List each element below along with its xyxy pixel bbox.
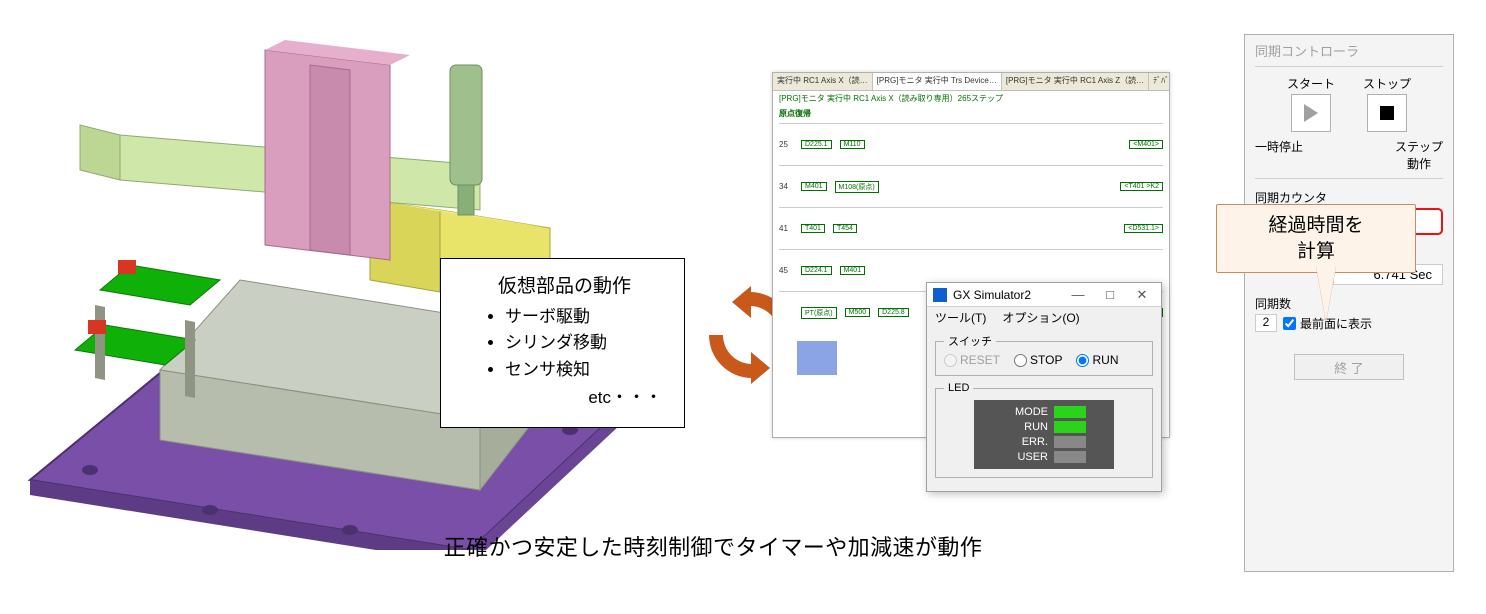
syncnum-label: 同期数 xyxy=(1255,295,1443,312)
gxsim-menubar: ツール(T) オプション(O) xyxy=(927,307,1161,327)
gx-simulator-window: GX Simulator2 — □ ✕ ツール(T) オプション(O) スイッチ… xyxy=(926,282,1162,492)
start-button[interactable] xyxy=(1291,94,1331,132)
switch-legend: スイッチ xyxy=(944,333,996,349)
led-legend: LED xyxy=(944,382,973,394)
virtual-parts-box: 仮想部品の動作 サーボ駆動 シリンダ移動 センサ検知 etc・・・ xyxy=(440,258,685,428)
stop-button[interactable] xyxy=(1367,94,1407,132)
switch-group: スイッチ RESET STOP RUN xyxy=(935,333,1153,376)
sync-controller-panel: 同期コントローラ スタート ストップ 一時停止 ステップ 動作 同期カウンタ 1… xyxy=(1244,34,1454,572)
gxsim-title: GX Simulator2 xyxy=(953,288,1059,302)
pause-label: 一時停止 xyxy=(1255,138,1303,155)
led-row: USER xyxy=(1002,451,1086,463)
ladder-selection xyxy=(797,341,837,375)
virtual-parts-bullet: センサ検知 xyxy=(505,357,670,383)
stop-label: ストップ xyxy=(1363,75,1411,92)
virtual-parts-bullet: サーボ駆動 xyxy=(505,304,670,330)
led-group: LED MODE RUN ERR. USER xyxy=(935,382,1153,478)
maximize-button[interactable]: □ xyxy=(1097,287,1123,302)
menu-tool[interactable]: ツール(T) xyxy=(935,309,986,326)
ladder-tab[interactable]: ﾃﾞﾊﾞｲｽｺﾒﾝﾄ COMMENT 日本語 xyxy=(1149,73,1169,90)
ladder-tab[interactable]: [PRG]モニタ 実行中 RC1 Axis Z（読… xyxy=(1002,73,1149,90)
sync-panel-title: 同期コントローラ xyxy=(1255,41,1443,67)
syncnum-value[interactable]: 2 xyxy=(1255,314,1277,332)
start-label: スタート xyxy=(1287,75,1335,92)
ladder-tab[interactable]: [PRG]モニタ 実行中 Trs Device… xyxy=(873,73,1002,90)
ladder-rung[interactable]: 34 M401 M108(原点) <T401 >K2 xyxy=(779,165,1163,207)
play-icon xyxy=(1304,104,1318,122)
led-indicator xyxy=(1054,436,1086,448)
ladder-tab[interactable]: 実行中 RC1 Axis X（読… xyxy=(773,73,873,90)
ladder-tabbar: 実行中 RC1 Axis X（読… [PRG]モニタ 実行中 Trs Devic… xyxy=(773,73,1169,91)
minimize-button[interactable]: — xyxy=(1065,287,1091,302)
led-indicator xyxy=(1054,406,1086,418)
switch-run[interactable]: RUN xyxy=(1076,353,1118,367)
switch-stop[interactable]: STOP xyxy=(1014,353,1062,367)
close-button[interactable]: ✕ xyxy=(1129,287,1155,303)
ladder-section: 原点復帰 xyxy=(773,106,1169,121)
led-indicator xyxy=(1054,451,1086,463)
led-indicator xyxy=(1054,421,1086,433)
elapsed-time-callout: 経過時間を 計算 xyxy=(1216,204,1416,273)
ladder-rung[interactable]: 25 D225.1 M110 <M401> xyxy=(779,123,1163,165)
callout-line2: 計算 xyxy=(1227,239,1405,265)
virtual-parts-etc: etc・・・ xyxy=(459,383,670,408)
ladder-rung[interactable]: 41 T401 T454 <D531.1> xyxy=(779,207,1163,249)
stop-icon xyxy=(1380,106,1394,120)
step-label: ステップ 動作 xyxy=(1395,138,1443,172)
gxsim-titlebar[interactable]: GX Simulator2 — □ ✕ xyxy=(927,283,1161,307)
led-row: ERR. xyxy=(1002,436,1086,448)
menu-option[interactable]: オプション(O) xyxy=(1002,309,1079,326)
led-row: MODE xyxy=(1002,406,1086,418)
callout-line1: 経過時間を xyxy=(1227,213,1405,239)
footer-caption: 正確かつ安定した時刻制御でタイマーや加減速が動作 xyxy=(0,530,1486,562)
virtual-parts-bullet: シリンダ移動 xyxy=(505,330,670,356)
virtual-parts-title: 仮想部品の動作 xyxy=(459,271,670,298)
led-row: RUN xyxy=(1002,421,1086,433)
gxsim-app-icon xyxy=(933,288,947,302)
ladder-window-title: [PRG]モニタ 実行中 RC1 Axis X（読み取り専用）265ステップ xyxy=(773,91,1169,106)
switch-reset[interactable]: RESET xyxy=(944,353,1000,367)
exit-button[interactable]: 終 了 xyxy=(1294,354,1404,380)
callout-tail-icon xyxy=(1316,266,1336,322)
